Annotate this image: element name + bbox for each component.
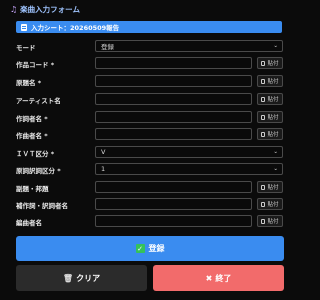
field-label: 副題・邦題 (16, 184, 49, 193)
paste-button[interactable]: 貼付 (257, 75, 283, 87)
paste-label: 貼付 (267, 185, 279, 191)
lyric-type-value: 1 (101, 165, 106, 173)
register-label: 登録 (148, 244, 165, 253)
field-label: モード (16, 43, 36, 52)
mode-select[interactable]: 登録 ⌄ (95, 40, 283, 52)
field-label: 原題名 * (16, 78, 42, 87)
clear-label: クリア (76, 273, 101, 283)
checkmark-icon: ✓ (135, 244, 145, 253)
form-row-work-code: 作品コード * 貼付 (16, 57, 283, 70)
chevron-down-icon: ⌄ (273, 43, 278, 49)
form-row-arranger: 編曲者名 貼付 (16, 215, 283, 228)
field-label: 作品コード * (16, 60, 55, 69)
paste-button[interactable]: 貼付 (257, 181, 283, 193)
clipboard-icon (261, 218, 266, 224)
form-row-mode: モード 登録 ⌄ (16, 40, 283, 53)
field-label: 編曲者名 (16, 218, 42, 227)
clipboard-icon (261, 78, 266, 84)
paste-label: 貼付 (267, 79, 279, 85)
clipboard-icon (261, 60, 266, 66)
input-sheet-banner: 入力シート：20260509報告 (16, 21, 282, 33)
paste-label: 貼付 (267, 132, 279, 138)
register-button[interactable]: ✓ 登録 (16, 236, 284, 261)
original-title-input[interactable] (95, 75, 252, 87)
field-label: 作曲者名 * (16, 131, 48, 140)
input-sheet-label: 入力シート：20260509報告 (31, 24, 120, 32)
close-icon: ✖ (205, 273, 213, 283)
form-row-original-title: 原題名 * 貼付 (16, 75, 283, 88)
document-icon (21, 23, 27, 31)
chevron-down-icon: ⌄ (273, 166, 278, 172)
clipboard-icon (261, 201, 266, 207)
paste-button[interactable]: 貼付 (257, 57, 283, 69)
form-row-lyric-type: 原詞訳詞区分 * 1 ⌄ (16, 163, 283, 176)
lyric-type-select[interactable]: 1 ⌄ (95, 163, 283, 175)
form-row-artist: アーティスト名 貼付 (16, 93, 283, 106)
ivt-select[interactable]: V ⌄ (95, 146, 283, 158)
trash-icon: 🗑 (62, 273, 74, 283)
music-note-icon: ♫ (10, 4, 18, 14)
paste-button[interactable]: 貼付 (257, 111, 283, 123)
field-label: 補作詞・訳詞者名 (16, 201, 68, 210)
clipboard-icon (261, 131, 266, 137)
paste-button[interactable]: 貼付 (257, 128, 283, 140)
paste-button[interactable]: 貼付 (257, 198, 283, 210)
work-code-input[interactable] (95, 57, 252, 69)
mode-value: 登録 (101, 43, 114, 51)
paste-label: 貼付 (267, 97, 279, 103)
paste-button[interactable]: 貼付 (257, 93, 283, 105)
field-label: ＩＶＴ区分 * (16, 149, 55, 158)
exit-button[interactable]: ✖ 終了 (153, 265, 284, 291)
form-row-ivt: ＩＶＴ区分 * V ⌄ (16, 146, 283, 159)
exit-label: 終了 (215, 273, 232, 283)
ivt-value: V (101, 148, 106, 156)
clipboard-icon (261, 96, 266, 102)
clear-button[interactable]: 🗑 クリア (16, 265, 147, 291)
field-label: 原詞訳詞区分 * (16, 166, 61, 175)
form-row-subtitle: 副題・邦題 貼付 (16, 181, 283, 194)
clipboard-icon (261, 114, 266, 120)
page-title: 楽曲入力フォーム (20, 4, 80, 14)
field-label: 作詞者名 * (16, 114, 48, 123)
lyricist-input[interactable] (95, 111, 252, 123)
paste-label: 貼付 (267, 61, 279, 67)
arranger-input[interactable] (95, 215, 252, 227)
form-row-composer: 作曲者名 * 貼付 (16, 128, 283, 141)
clipboard-icon (261, 184, 266, 190)
paste-button[interactable]: 貼付 (257, 215, 283, 227)
paste-label: 貼付 (267, 219, 279, 225)
paste-label: 貼付 (267, 115, 279, 121)
paste-label: 貼付 (267, 202, 279, 208)
field-label: アーティスト名 (16, 96, 61, 105)
translator-input[interactable] (95, 198, 252, 210)
form-row-lyricist: 作詞者名 * 貼付 (16, 111, 283, 124)
artist-input[interactable] (95, 93, 252, 105)
composer-input[interactable] (95, 128, 252, 140)
form-header: ♫ 楽曲入力フォーム (10, 2, 80, 16)
chevron-down-icon: ⌄ (273, 149, 278, 155)
subtitle-input[interactable] (95, 181, 252, 193)
form-row-translator: 補作詞・訳詞者名 貼付 (16, 198, 283, 211)
